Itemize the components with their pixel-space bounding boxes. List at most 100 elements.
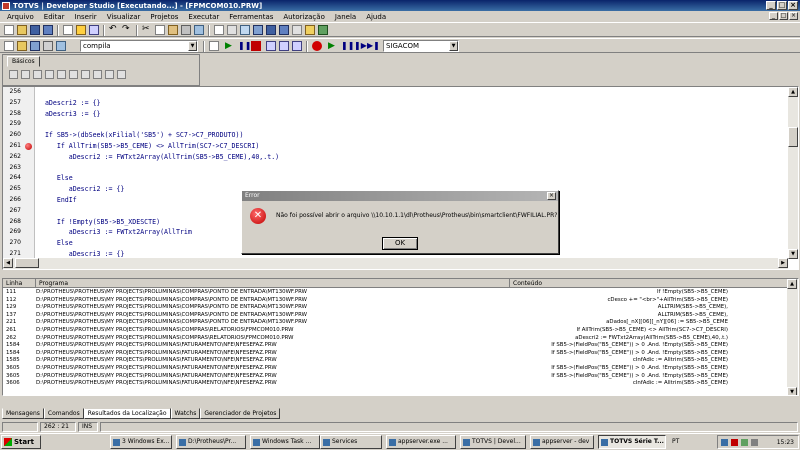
replace-icon[interactable] bbox=[89, 25, 99, 35]
step-over-icon[interactable] bbox=[279, 41, 289, 51]
breakpoint-icon[interactable] bbox=[312, 41, 322, 51]
find-icon[interactable] bbox=[76, 25, 86, 35]
save-all-icon[interactable] bbox=[43, 25, 53, 35]
new-file-icon[interactable] bbox=[4, 25, 14, 35]
table-row[interactable]: 3605 D:\PROTHEUS\PROTHEUS\MY PROJECTS\PRO… bbox=[3, 365, 788, 373]
table-row[interactable]: 3606 D:\PROTHEUS\PROTHEUS\MY PROJECTS\PRO… bbox=[3, 380, 788, 388]
taskbar-button-services[interactable]: Services bbox=[320, 435, 382, 449]
code-line[interactable]: 256 bbox=[3, 87, 788, 98]
chevron-down-icon[interactable]: ▼ bbox=[188, 41, 197, 51]
stop-icon[interactable] bbox=[251, 41, 261, 51]
column-header-linha[interactable]: Linha bbox=[3, 279, 36, 288]
step-out-icon[interactable] bbox=[292, 41, 302, 51]
editor-vertical-scrollbar[interactable]: ▲ ▼ bbox=[787, 87, 798, 259]
pause-debug-icon[interactable]: ❚❚ bbox=[341, 41, 354, 51]
doc-restore-button[interactable]: □ bbox=[779, 12, 788, 20]
table-row[interactable]: 221 D:\PROTHEUS\PROTHEUS\MY PROJECTS\PROL… bbox=[3, 319, 788, 327]
scroll-up-icon[interactable]: ▲ bbox=[787, 279, 797, 289]
code-line[interactable]: 264 Else bbox=[3, 173, 788, 184]
compile-icon[interactable] bbox=[266, 25, 276, 35]
language-indicator[interactable]: PT bbox=[672, 438, 679, 445]
step-debug-icon[interactable]: ❚▶ bbox=[354, 41, 367, 51]
table-row[interactable]: 3605 D:\PROTHEUS\PROTHEUS\MY PROJECTS\PRO… bbox=[3, 373, 788, 381]
tab-resultados-localizacao[interactable]: Resultados da Localização bbox=[83, 408, 171, 419]
table-row[interactable]: 1585 D:\PROTHEUS\PROTHEUS\MY PROJECTS\PRO… bbox=[3, 357, 788, 365]
grid-icon[interactable] bbox=[117, 70, 126, 79]
table-row[interactable]: 137 D:\PROTHEUS\PROTHEUS\MY PROJECTS\PROL… bbox=[3, 312, 788, 320]
undo-icon[interactable]: ↶ bbox=[109, 25, 119, 35]
code-line[interactable]: 262 aDescri2 := FWTxt2Array(AllTrim(SB5-… bbox=[3, 152, 788, 163]
table-row[interactable]: 261 D:\PROTHEUS\PROTHEUS\MY PROJECTS\PROL… bbox=[3, 327, 788, 335]
table-row[interactable]: 1584 D:\PROTHEUS\PROTHEUS\MY PROJECTS\PRO… bbox=[3, 342, 788, 350]
dialog-close-icon[interactable]: × bbox=[547, 192, 556, 200]
radio-icon[interactable] bbox=[69, 70, 78, 79]
menu-ferramentas[interactable]: Ferramentas bbox=[224, 13, 278, 21]
compile-file-icon[interactable] bbox=[4, 41, 14, 51]
tab-mensagens[interactable]: Mensagens bbox=[2, 408, 44, 419]
scroll-thumb[interactable] bbox=[788, 127, 798, 147]
code-line[interactable]: 259 bbox=[3, 119, 788, 130]
taskbar-button-explorer[interactable]: 3 Windows Ex... bbox=[110, 435, 172, 449]
scroll-down-icon[interactable]: ▼ bbox=[788, 249, 798, 259]
tile-icon[interactable] bbox=[227, 25, 237, 35]
tab-gerenciador-projetos[interactable]: Gerenciador de Projetos bbox=[200, 408, 281, 419]
save-icon[interactable] bbox=[30, 25, 40, 35]
tray-security-icon[interactable] bbox=[731, 439, 738, 446]
combobox-icon[interactable] bbox=[81, 70, 90, 79]
scroll-up-icon[interactable]: ▲ bbox=[788, 87, 798, 97]
taskbar-button-protheus-folder[interactable]: D:\Protheus\Pr... bbox=[176, 435, 246, 449]
menu-editar[interactable]: Editar bbox=[39, 13, 70, 21]
taskbar-button-totvs-serie[interactable]: TOTVS Série T... bbox=[598, 435, 666, 449]
menu-autorizacao[interactable]: Autorização bbox=[278, 13, 329, 21]
image-icon[interactable] bbox=[45, 70, 54, 79]
table-row[interactable]: 112 D:\PROTHEUS\PROTHEUS\MY PROJECTS\PROL… bbox=[3, 297, 788, 305]
table-row[interactable]: 111 D:\PROTHEUS\PROTHEUS\MY PROJECTS\PROL… bbox=[3, 289, 788, 297]
menu-janela[interactable]: Janela bbox=[330, 13, 361, 21]
pause-icon[interactable]: ❚❚ bbox=[238, 41, 251, 51]
tray-app-icon[interactable] bbox=[741, 439, 748, 446]
tab-watchs[interactable]: Watchs bbox=[170, 408, 201, 419]
checkbox-icon[interactable] bbox=[57, 70, 66, 79]
code-line[interactable]: 257 aDescri2 := {} bbox=[3, 98, 788, 109]
run-icon[interactable]: ▶ bbox=[225, 41, 235, 51]
doc-minimize-button[interactable]: _ bbox=[769, 12, 778, 20]
code-line[interactable]: 260 If SB5->(dbSeek(xFilial('SB5') + SC7… bbox=[3, 130, 788, 141]
scroll-down-icon[interactable]: ▼ bbox=[787, 387, 797, 395]
stop-file-icon[interactable] bbox=[209, 41, 219, 51]
button-icon[interactable] bbox=[33, 70, 42, 79]
compile-project-icon[interactable] bbox=[30, 41, 40, 51]
check-icon[interactable] bbox=[43, 41, 53, 51]
doc-close-button[interactable]: × bbox=[789, 12, 798, 20]
run-debug-icon[interactable]: ▶ bbox=[328, 41, 338, 51]
table-row[interactable]: 1584 D:\PROTHEUS\PROTHEUS\MY PROJECTS\PRO… bbox=[3, 350, 788, 358]
editor-horizontal-scrollbar[interactable]: ◀ ▶ bbox=[3, 258, 788, 269]
tab-comandos[interactable]: Comandos bbox=[43, 408, 84, 419]
chevron-down-icon[interactable]: ▼ bbox=[449, 41, 458, 51]
ok-button[interactable]: OK bbox=[382, 237, 418, 250]
menu-arquivo[interactable]: Arquivo bbox=[2, 13, 39, 21]
patch-icon[interactable] bbox=[305, 25, 315, 35]
settings-icon[interactable] bbox=[292, 25, 302, 35]
menu-visualizar[interactable]: Visualizar bbox=[102, 13, 146, 21]
minimize-button[interactable]: _ bbox=[766, 1, 776, 10]
indent-icon[interactable] bbox=[194, 25, 204, 35]
menu-executar[interactable]: Executar bbox=[183, 13, 224, 21]
close-button[interactable]: × bbox=[788, 1, 798, 10]
clock[interactable]: 15:23 bbox=[777, 439, 794, 446]
taskbar-button-appserver-dev[interactable]: appserver - dev bbox=[530, 435, 594, 449]
window-icon[interactable] bbox=[214, 25, 224, 35]
open-folder-icon[interactable] bbox=[17, 25, 27, 35]
taskbar-button-task-manager[interactable]: Windows Task ... bbox=[250, 435, 320, 449]
listbox-icon[interactable] bbox=[93, 70, 102, 79]
copy-icon[interactable] bbox=[155, 25, 165, 35]
compile-folder-icon[interactable] bbox=[17, 41, 27, 51]
start-button[interactable]: Start bbox=[1, 435, 41, 449]
menu-inserir[interactable]: Inserir bbox=[70, 13, 102, 21]
environment-combo[interactable]: SIGACOM ▼ bbox=[383, 40, 459, 52]
taskbar-button-appserver-exe[interactable]: appserver.exe ... bbox=[386, 435, 456, 449]
code-line[interactable]: 263 bbox=[3, 163, 788, 174]
code-line[interactable]: 261 If AllTrim(SB5->B5_CEME) <> AllTrim(… bbox=[3, 141, 788, 152]
scroll-thumb[interactable] bbox=[15, 258, 39, 268]
tray-network-icon[interactable] bbox=[721, 439, 728, 446]
palette-tab-basicos[interactable]: Básicos bbox=[7, 56, 40, 67]
